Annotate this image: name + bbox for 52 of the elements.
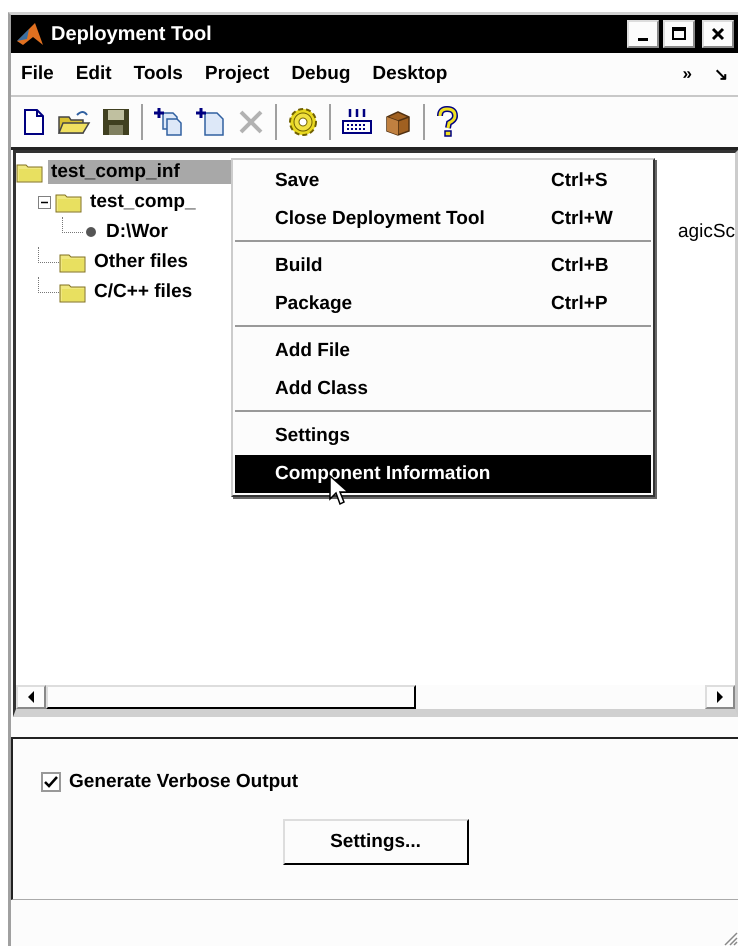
toolbar-button[interactable] xyxy=(195,107,227,137)
maximize-button[interactable] xyxy=(663,20,695,48)
bullet-icon xyxy=(83,224,99,240)
right-triangle-icon xyxy=(715,690,725,704)
menu-item[interactable]: Edit xyxy=(76,63,112,85)
scroll-right-button[interactable] xyxy=(705,685,735,709)
maximize-icon xyxy=(671,26,687,42)
checkbox[interactable] xyxy=(41,772,61,792)
app-logo-icon xyxy=(15,21,45,47)
close-icon xyxy=(710,26,726,42)
context-menu-item[interactable]: Add Class xyxy=(235,370,651,408)
menu-item[interactable]: Desktop xyxy=(372,63,448,85)
minimize-icon xyxy=(638,38,648,40)
context-menu-item[interactable]: Package Ctrl+P xyxy=(235,285,651,323)
gear-icon xyxy=(287,106,319,138)
context-menu-item[interactable]: Component Information xyxy=(235,455,651,493)
settings-button[interactable]: Settings... xyxy=(282,819,468,865)
menu-item[interactable]: Debug xyxy=(291,63,350,85)
toolbar-button[interactable] xyxy=(435,106,459,138)
menu-item[interactable]: File xyxy=(21,63,54,85)
toolbar-button[interactable] xyxy=(153,107,185,137)
menu-item[interactable]: Tools xyxy=(134,63,183,85)
question-mark-icon xyxy=(435,106,459,138)
collapse-toggle-icon[interactable] xyxy=(38,196,51,208)
close-button[interactable] xyxy=(702,20,734,48)
toolbar-button[interactable] xyxy=(341,107,373,137)
keyboard-icon xyxy=(341,107,373,137)
add-page-icon xyxy=(195,107,227,137)
more-menus-button[interactable]: » xyxy=(682,64,692,84)
blank-page-icon xyxy=(21,107,47,137)
context-menu-item[interactable]: Build Ctrl+B xyxy=(235,247,651,285)
scrollbar-thumb[interactable] xyxy=(46,685,416,709)
undock-button[interactable]: ↘ xyxy=(714,64,728,84)
menu-item[interactable]: Project xyxy=(204,63,270,85)
tree-item[interactable]: C/C++ files xyxy=(91,280,196,304)
tree-item[interactable]: D:\Wor xyxy=(103,220,171,244)
checkbox-label: Generate Verbose Output xyxy=(69,771,298,793)
tree-item[interactable]: test_comp_ xyxy=(87,190,199,214)
add-pages-icon xyxy=(153,107,185,137)
context-menu-item[interactable]: Settings xyxy=(235,417,651,455)
window-title: Deployment Tool xyxy=(51,22,212,46)
tree-item[interactable]: Other files xyxy=(91,250,191,274)
minimize-button[interactable] xyxy=(627,20,659,48)
toolbar-button[interactable] xyxy=(101,107,131,137)
tree-item-text: agicSc xyxy=(678,221,735,243)
left-triangle-icon xyxy=(26,690,36,704)
scroll-left-button[interactable] xyxy=(16,685,46,709)
context-menu-item[interactable]: Close Deployment Tool Ctrl+W xyxy=(235,200,651,238)
toolbar-button[interactable] xyxy=(21,107,47,137)
horizontal-scrollbar[interactable] xyxy=(16,685,735,709)
context-menu-item[interactable]: Add File xyxy=(235,332,651,370)
toolbar-button[interactable] xyxy=(287,106,319,138)
